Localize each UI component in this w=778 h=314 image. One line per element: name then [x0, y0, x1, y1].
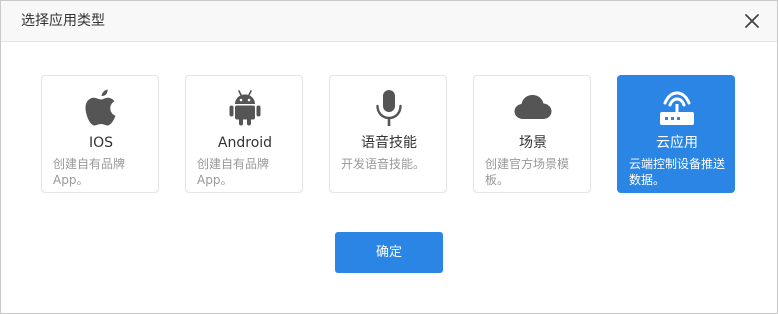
dialog-title: 选择应用类型: [21, 13, 105, 29]
apple-icon: [85, 89, 116, 126]
app-type-card-scene[interactable]: 场景 创建官方场景模板。: [473, 75, 591, 193]
card-description: 创建自有品牌App。: [53, 157, 126, 187]
cloud-icon: [514, 95, 552, 119]
dialog-header: 选择应用类型: [1, 1, 777, 42]
app-type-card-ios[interactable]: IOS 创建自有品牌App。: [41, 75, 159, 193]
card-name: 场景: [519, 135, 547, 151]
android-icon: [229, 90, 261, 126]
app-type-card-android[interactable]: Android 创建自有品牌App。: [185, 75, 303, 193]
card-name: Android: [217, 135, 273, 151]
card-name: 语音技能: [361, 135, 417, 151]
close-button[interactable]: [742, 11, 762, 31]
card-description: 创建自有品牌App。: [197, 157, 270, 187]
card-name: IOS: [88, 135, 114, 151]
microphone-icon: [376, 90, 402, 126]
card-description: 创建官方场景模板。: [485, 157, 570, 187]
router-icon: [660, 91, 694, 125]
select-app-type-dialog: 选择应用类型 IOS 创建自有品牌App。 Android 创建自有品牌App。…: [0, 0, 778, 314]
close-icon: [745, 14, 759, 28]
card-description: 开发语音技能。: [341, 157, 426, 171]
card-name: 云应用: [656, 135, 698, 151]
app-type-card-voice-skill[interactable]: 语音技能 开发语音技能。: [329, 75, 447, 193]
app-type-card-cloud-app[interactable]: 云应用 云端控制设备推送数据。: [617, 75, 735, 193]
card-description: 云端控制设备推送数据。: [629, 157, 726, 187]
confirm-button[interactable]: 确定: [335, 232, 443, 273]
